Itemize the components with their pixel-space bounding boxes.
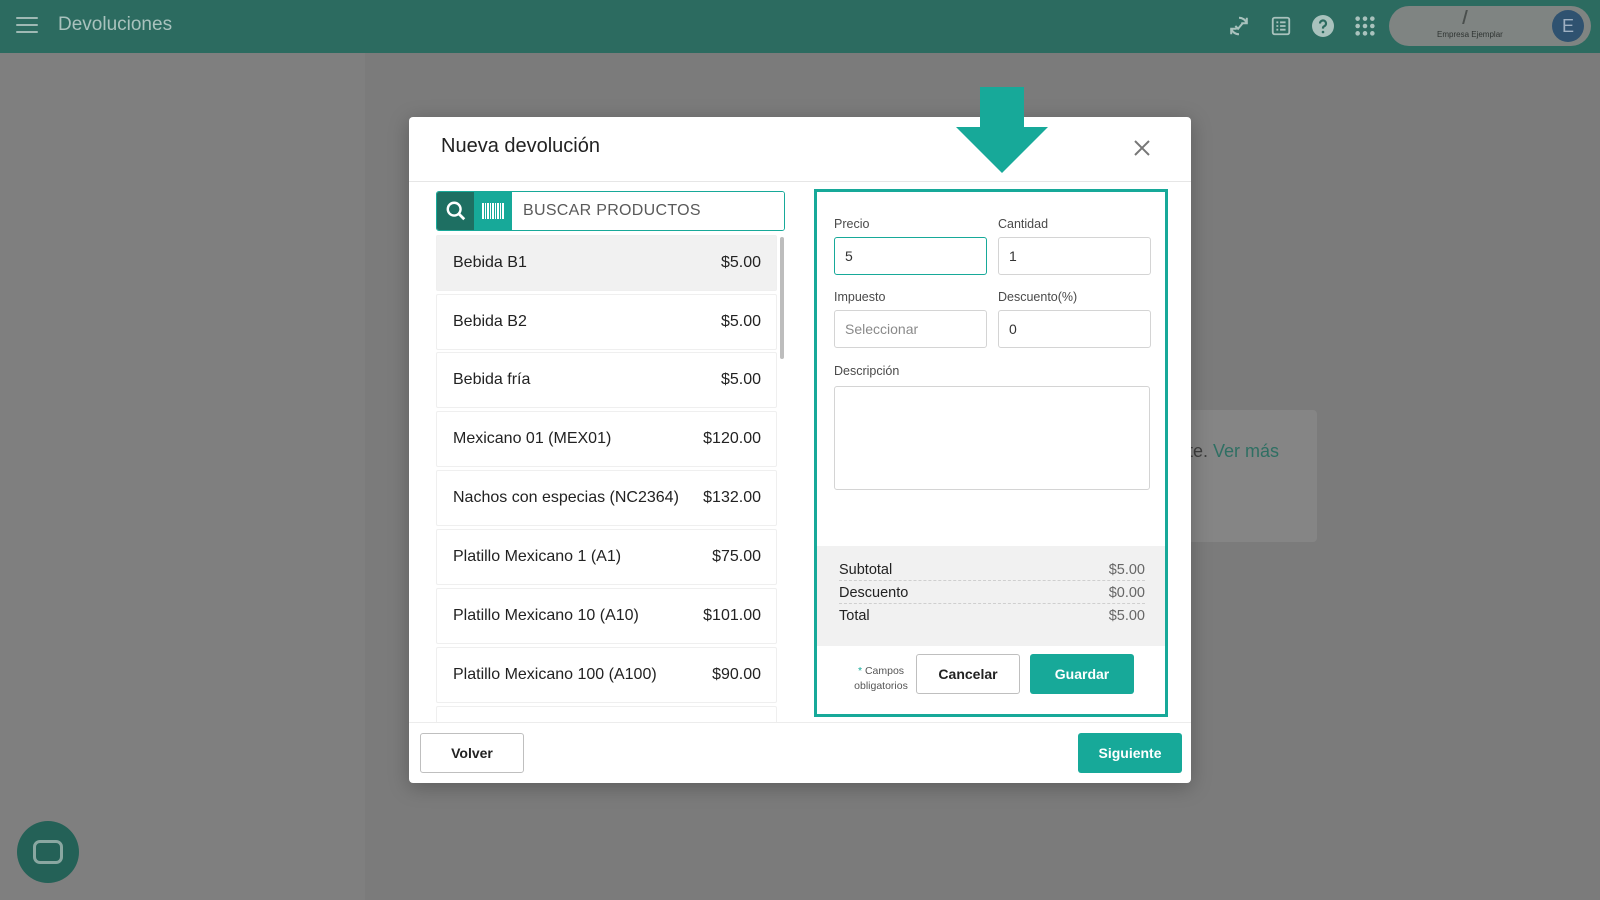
- background-text: te. Ver más: [1188, 441, 1279, 462]
- subtotal-row: Subtotal $5.00: [839, 562, 1145, 581]
- ver-mas-link[interactable]: Ver más: [1213, 441, 1279, 461]
- save-button[interactable]: Guardar: [1030, 654, 1134, 694]
- close-icon[interactable]: [1133, 139, 1151, 157]
- sync-check-icon[interactable]: [1226, 13, 1252, 39]
- top-app-bar: Devoluciones Empresa Ejemplar E: [0, 0, 1600, 53]
- product-name: Bebida fría: [453, 371, 531, 388]
- descripcion-textarea[interactable]: [834, 386, 1150, 490]
- list-item[interactable]: [436, 706, 777, 722]
- required-fields-note: * Campos obligatorios: [849, 664, 913, 694]
- product-name: Platillo Mexicano 100 (A100): [453, 666, 657, 683]
- company-logo: Empresa Ejemplar: [1437, 10, 1503, 42]
- precio-label: Precio: [834, 217, 870, 231]
- subtotal-value: $5.00: [1108, 562, 1145, 578]
- discount-value: $0.00: [1108, 585, 1145, 601]
- product-search: [436, 191, 785, 231]
- product-name: Platillo Mexicano 10 (A10): [453, 607, 639, 624]
- apps-grid-icon[interactable]: [1352, 13, 1378, 39]
- toolbar-icons: [1226, 13, 1378, 39]
- company-logo-mark: [1462, 10, 1476, 24]
- required-note-text: Campos obligatorios: [854, 665, 908, 692]
- list-item[interactable]: Bebida B1 $5.00: [436, 235, 777, 291]
- menu-icon[interactable]: [16, 17, 38, 35]
- avatar[interactable]: E: [1552, 10, 1584, 42]
- required-star: *: [857, 665, 863, 677]
- totals-summary: Subtotal $5.00 Descuento $0.00 Total $5.…: [817, 546, 1165, 646]
- dialog-title: Nueva devolución: [441, 135, 600, 157]
- arrow-down-icon: [956, 87, 1048, 173]
- product-name: Mexicano 01 (MEX01): [453, 430, 612, 447]
- company-account-chip[interactable]: Empresa Ejemplar E: [1389, 6, 1591, 46]
- product-price: $5.00: [720, 371, 761, 388]
- impuesto-label: Impuesto: [834, 290, 886, 304]
- background-sidebar: [0, 53, 365, 900]
- barcode-icon[interactable]: [474, 192, 512, 230]
- precio-input[interactable]: 5: [834, 237, 987, 275]
- product-price: $90.00: [712, 666, 761, 683]
- discount-row: Descuento $0.00: [839, 585, 1145, 604]
- subtotal-label: Subtotal: [839, 562, 893, 578]
- search-icon[interactable]: [437, 192, 474, 230]
- cantidad-input[interactable]: 1: [998, 237, 1151, 275]
- list-item[interactable]: Platillo Mexicano 10 (A10) $101.00: [436, 588, 777, 644]
- chat-icon: [33, 840, 63, 864]
- page-title: Devoluciones: [58, 14, 173, 35]
- product-price: $101.00: [703, 607, 761, 624]
- product-price: $5.00: [720, 254, 761, 271]
- product-name: Nachos con especias (NC2364): [453, 489, 679, 506]
- receipt-list-icon[interactable]: [1268, 13, 1294, 39]
- product-price: $132.00: [703, 489, 761, 506]
- background-text-fragment: te.: [1188, 441, 1209, 461]
- new-return-dialog: Nueva devolución Bebida B1 $5.00 Bebida B…: [409, 117, 1191, 783]
- total-label: Total: [839, 608, 870, 624]
- product-price: $75.00: [712, 548, 761, 565]
- descuento-label: Descuento(%): [998, 290, 1078, 304]
- chat-button[interactable]: [17, 821, 79, 883]
- list-item[interactable]: Nachos con especias (NC2364) $132.00: [436, 470, 777, 526]
- dialog-header: Nueva devolución: [409, 117, 1191, 182]
- descripcion-label: Descripción: [834, 364, 900, 378]
- total-value: $5.00: [1108, 608, 1145, 624]
- product-name: Bebida B1: [453, 254, 527, 271]
- product-name: Bebida B2: [453, 313, 527, 330]
- next-button[interactable]: Siguiente: [1078, 733, 1182, 773]
- back-button[interactable]: Volver: [420, 733, 524, 773]
- help-icon[interactable]: [1310, 13, 1336, 39]
- product-list-scrollbar[interactable]: [780, 237, 784, 359]
- company-name: Empresa Ejemplar: [1437, 30, 1503, 39]
- product-price: $5.00: [720, 313, 761, 330]
- list-item[interactable]: Platillo Mexicano 100 (A100) $90.00: [436, 647, 777, 703]
- product-name: Platillo Mexicano 1 (A1): [453, 548, 622, 565]
- discount-label: Descuento: [839, 585, 909, 601]
- background-card: [1180, 410, 1317, 542]
- footer-divider: [409, 722, 1191, 723]
- cancel-button[interactable]: Cancelar: [916, 654, 1020, 694]
- cantidad-label: Cantidad: [998, 217, 1049, 231]
- list-item[interactable]: Platillo Mexicano 1 (A1) $75.00: [436, 529, 777, 585]
- list-item[interactable]: Bebida B2 $5.00: [436, 294, 777, 350]
- list-item[interactable]: Bebida fría $5.00: [436, 352, 777, 408]
- impuesto-select[interactable]: Seleccionar: [834, 310, 987, 348]
- search-input[interactable]: [512, 192, 784, 230]
- descuento-input[interactable]: 0: [998, 310, 1151, 348]
- total-row: Total $5.00: [839, 608, 1145, 624]
- product-detail-form: Precio 5 Cantidad 1 Impuesto Seleccionar…: [814, 189, 1168, 717]
- product-price: $120.00: [703, 430, 761, 447]
- product-list: Bebida B1 $5.00 Bebida B2 $5.00 Bebida frí…: [436, 235, 781, 722]
- list-item[interactable]: Mexicano 01 (MEX01) $120.00: [436, 411, 777, 467]
